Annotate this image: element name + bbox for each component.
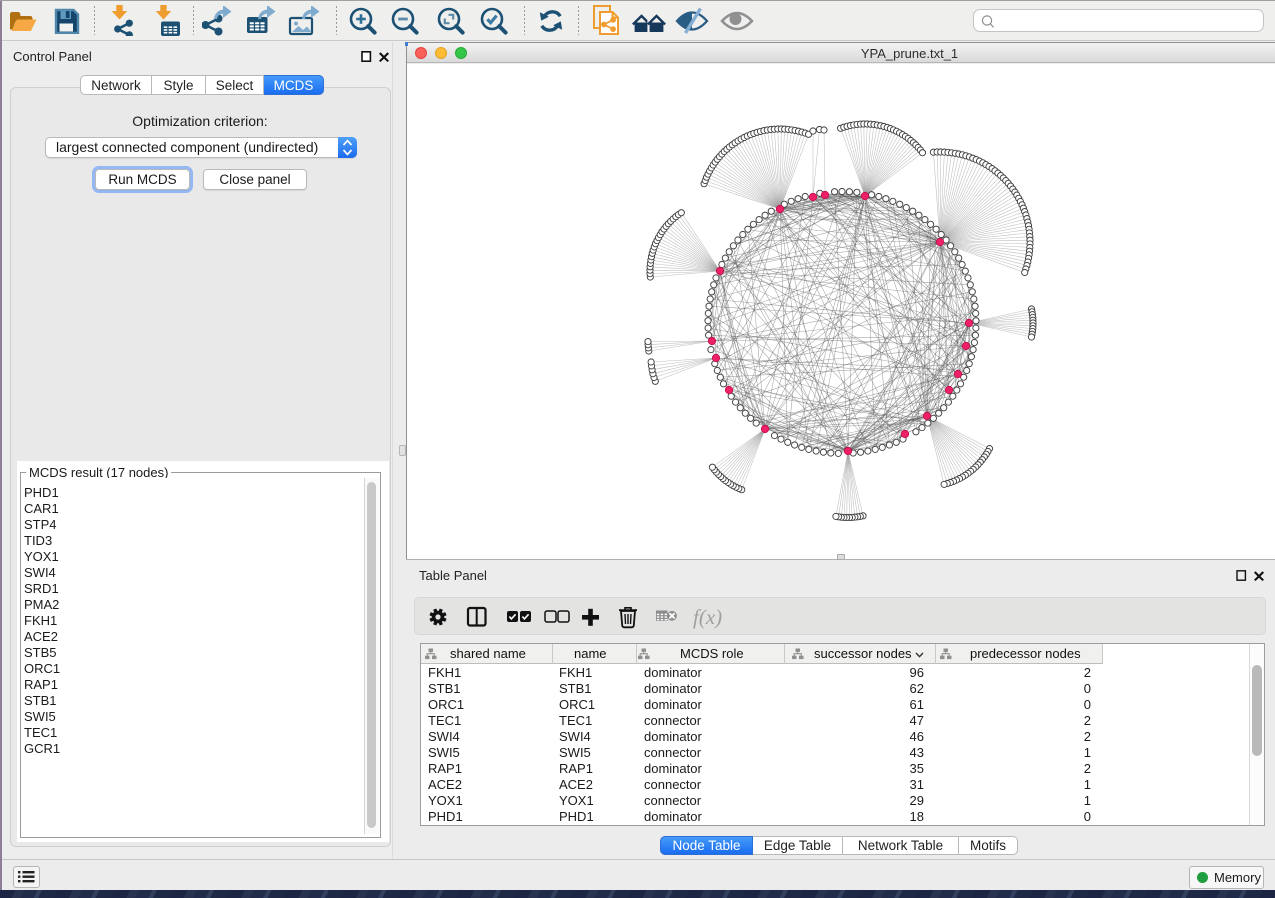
svg-text:f(x): f(x): [693, 605, 722, 629]
